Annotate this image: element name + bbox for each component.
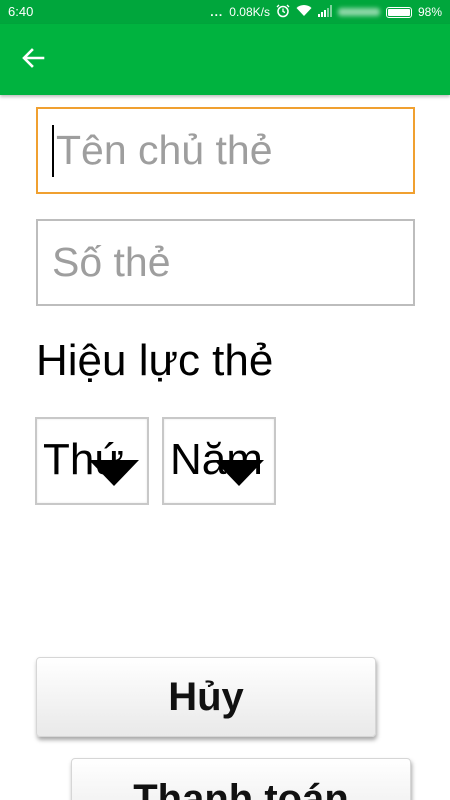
notification-dots: ... xyxy=(210,5,224,19)
signal-icon xyxy=(317,4,332,20)
text-caret xyxy=(52,124,54,177)
card-number-input[interactable]: Số thẻ xyxy=(36,219,415,306)
app-bar xyxy=(0,24,450,95)
arrow-left-icon xyxy=(21,47,45,74)
status-icons: ... 0.08K/s 98% xyxy=(210,0,442,24)
card-number-placeholder: Số thẻ xyxy=(52,239,171,285)
expiry-label: Hiệu lực thẻ xyxy=(36,336,274,385)
battery-percent: 98% xyxy=(417,5,442,19)
cancel-button[interactable]: Hủy xyxy=(36,657,376,737)
year-select[interactable]: Năm xyxy=(162,417,276,505)
back-button[interactable] xyxy=(18,46,48,74)
screen: 6:40 ... 0.08K/s 98% Tên chủ thẻ Số thẻ … xyxy=(0,0,450,800)
network-speed: 0.08K/s xyxy=(229,5,270,19)
card-holder-placeholder: Tên chủ thẻ xyxy=(56,127,273,173)
alarm-icon xyxy=(276,4,290,21)
month-select[interactable]: Thứ xyxy=(35,417,149,505)
wifi-icon xyxy=(296,4,312,20)
chevron-down-icon xyxy=(214,447,264,497)
cancel-button-label: Hủy xyxy=(168,674,244,719)
carrier-name-blurred xyxy=(337,8,380,16)
pay-button-label: Thanh toán xyxy=(133,777,349,800)
status-time: 6:40 xyxy=(8,4,34,19)
card-holder-input[interactable]: Tên chủ thẻ xyxy=(36,107,415,194)
chevron-down-icon xyxy=(89,447,139,497)
battery-icon xyxy=(385,6,412,18)
pay-button[interactable]: Thanh toán xyxy=(71,758,411,800)
status-bar: 6:40 ... 0.08K/s 98% xyxy=(0,0,450,24)
